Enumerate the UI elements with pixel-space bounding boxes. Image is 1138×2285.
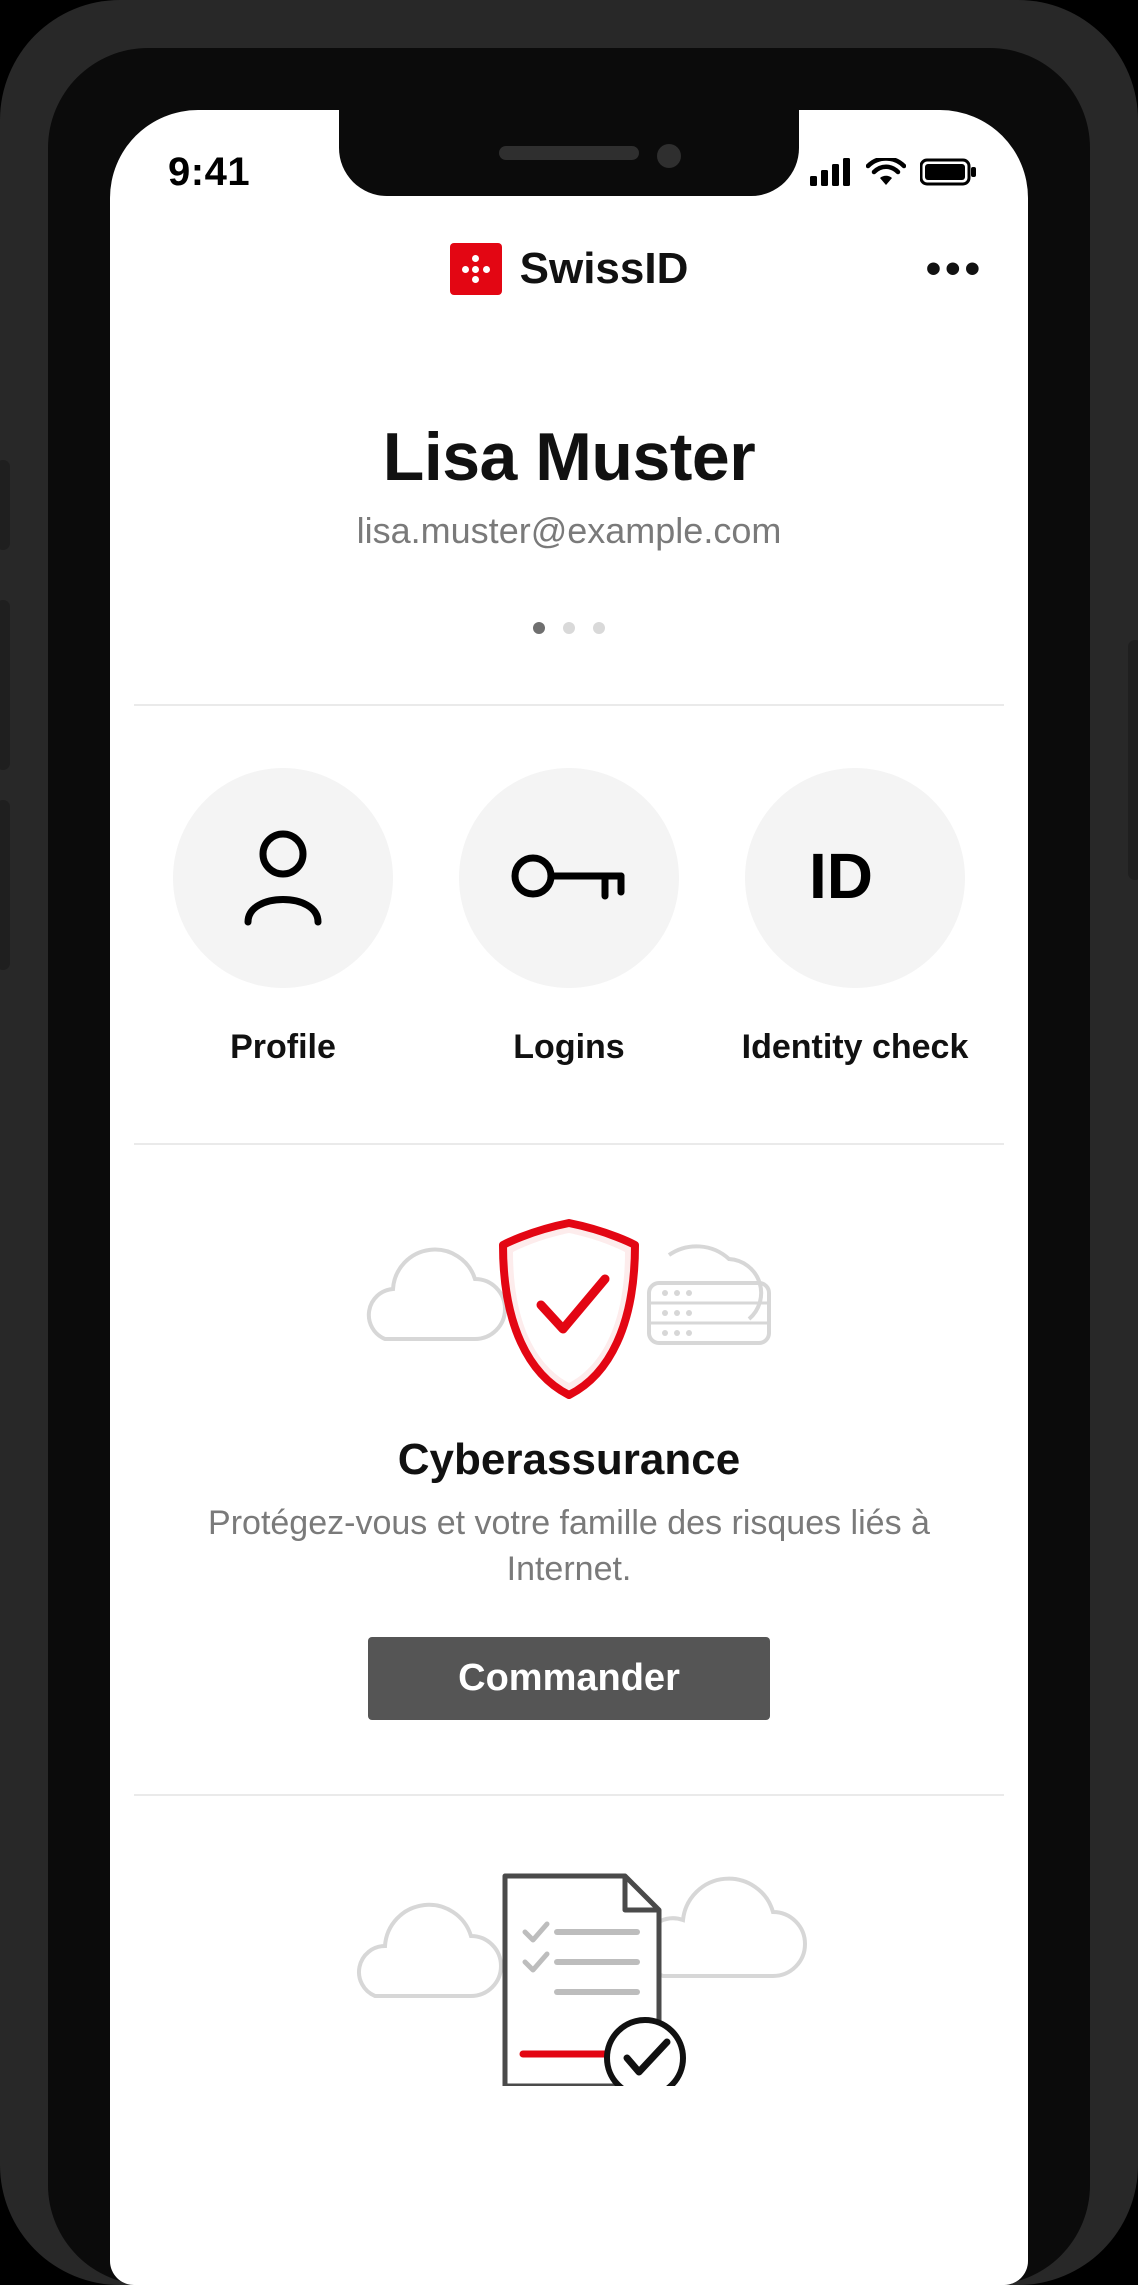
- shield-check-icon: [309, 1205, 829, 1405]
- promo-secondary-illustration: [150, 1866, 988, 2086]
- brand: SwissID: [450, 243, 689, 295]
- person-icon: [238, 826, 328, 931]
- status-time: 9:41: [168, 150, 250, 195]
- action-label: Profile: [230, 1028, 336, 1067]
- battery-icon: [920, 158, 978, 186]
- device-volume-up: [0, 600, 10, 770]
- promo-secondary: [110, 1796, 1028, 2086]
- carousel-dot: [593, 622, 605, 634]
- device-speaker: [499, 146, 639, 160]
- key-icon: [509, 846, 629, 911]
- device-notch: [339, 110, 799, 196]
- action-label: Identity check: [742, 1028, 969, 1067]
- promo-illustration: [150, 1205, 988, 1405]
- more-icon: •••: [926, 244, 984, 294]
- document-check-icon: [309, 1866, 829, 2086]
- carousel-dot: [563, 622, 575, 634]
- user-email: lisa.muster@example.com: [150, 510, 988, 552]
- action-logins[interactable]: Logins: [436, 768, 702, 1067]
- user-name: Lisa Muster: [150, 418, 988, 496]
- promo-cta-button[interactable]: Commander: [368, 1637, 770, 1720]
- action-label: Logins: [513, 1028, 624, 1067]
- action-circle: ID: [745, 768, 965, 988]
- svg-text:ID: ID: [809, 840, 873, 912]
- action-circle: [173, 768, 393, 988]
- app-header: SwissID •••: [110, 210, 1028, 328]
- action-circle: [459, 768, 679, 988]
- wifi-icon: [866, 158, 906, 186]
- brand-name: SwissID: [520, 244, 689, 294]
- action-identity-check[interactable]: ID Identity check: [722, 768, 988, 1067]
- app-screen: 9:41: [110, 110, 1028, 2285]
- carousel-dot: [533, 622, 545, 634]
- device-bezel: 9:41: [48, 48, 1090, 2285]
- device-power-button: [1128, 640, 1138, 880]
- device-camera: [657, 144, 681, 168]
- status-indicators: [810, 158, 978, 186]
- action-profile[interactable]: Profile: [150, 768, 416, 1067]
- id-icon: ID: [809, 840, 901, 917]
- promo-cyber-insurance: Cyberassurance Protégez-vous et votre fa…: [110, 1145, 1028, 1764]
- brand-logo-icon: [450, 243, 502, 295]
- device-frame: 9:41: [0, 0, 1138, 2285]
- promo-title: Cyberassurance: [150, 1435, 988, 1485]
- carousel-page-indicator[interactable]: [150, 622, 988, 634]
- device-volume-down: [0, 800, 10, 970]
- cellular-icon: [810, 158, 852, 186]
- user-card[interactable]: Lisa Muster lisa.muster@example.com: [110, 328, 1028, 674]
- device-silence-switch: [0, 460, 10, 550]
- promo-description: Protégez-vous et votre famille des risqu…: [160, 1501, 978, 1593]
- quick-actions-row: Profile: [110, 706, 1028, 1113]
- more-menu-button[interactable]: •••: [926, 241, 984, 297]
